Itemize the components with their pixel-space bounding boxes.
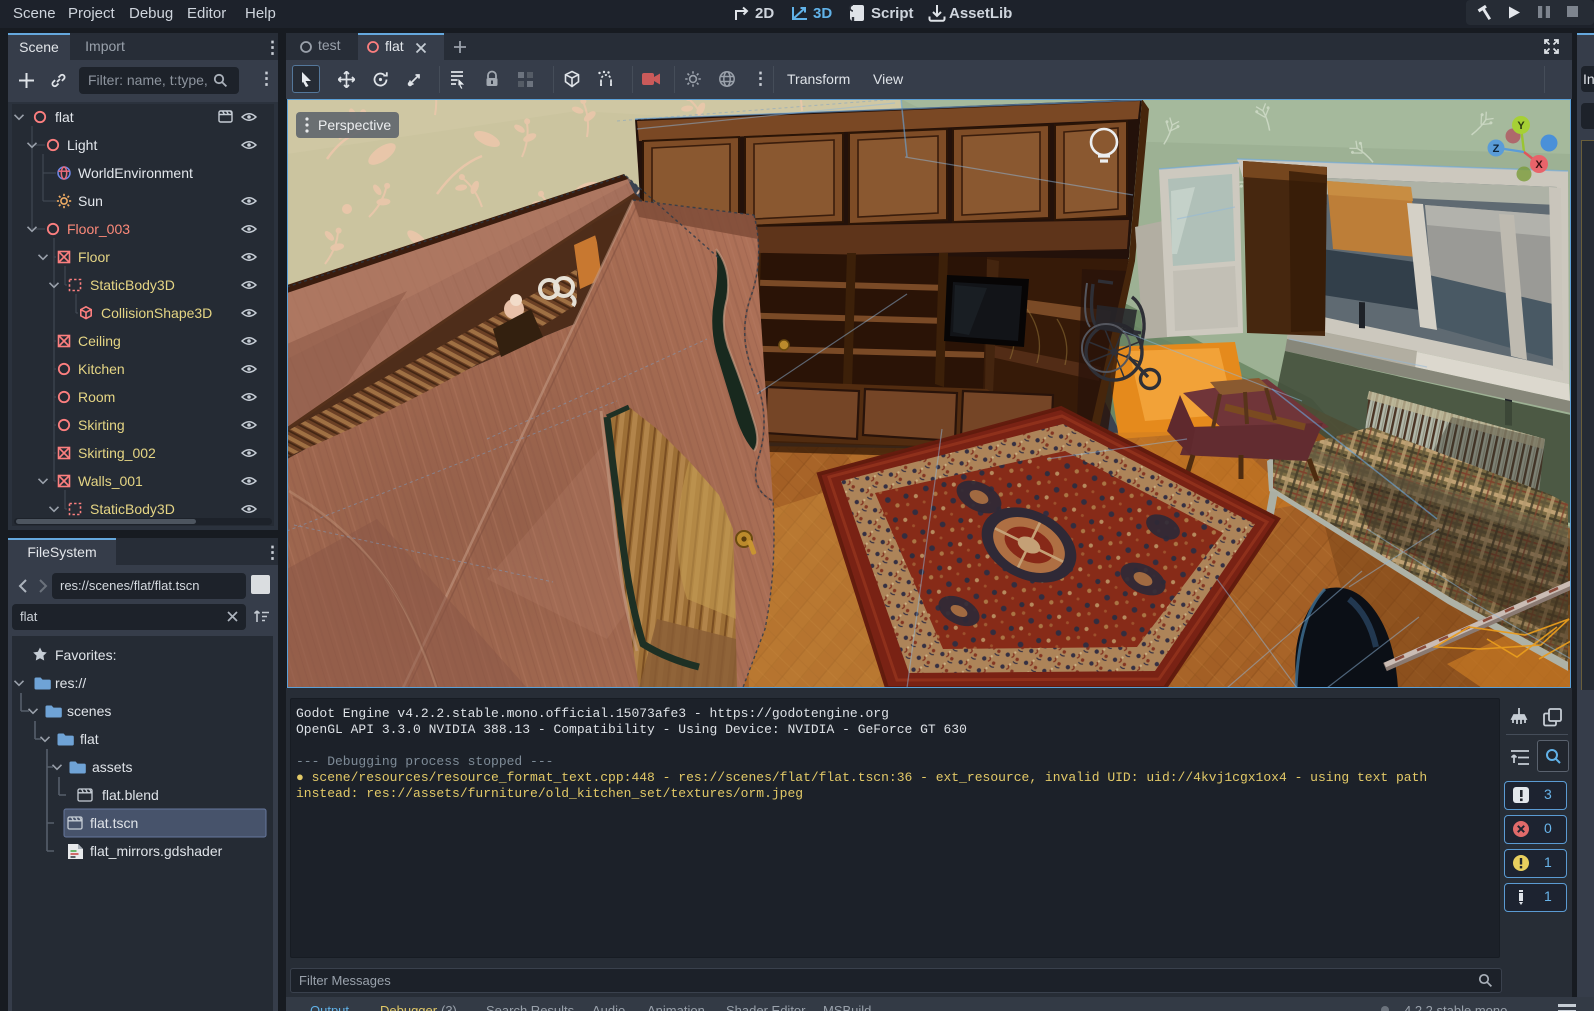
svg-text:flat.tscn: flat.tscn <box>90 815 138 831</box>
svg-text:Sun: Sun <box>78 193 103 209</box>
svg-text:X: X <box>1535 159 1543 171</box>
svg-text:StaticBody3D: StaticBody3D <box>90 277 175 293</box>
svg-text:Kitchen: Kitchen <box>78 361 125 377</box>
svg-text:flat: flat <box>80 731 99 747</box>
svg-text:Z: Z <box>1493 143 1500 155</box>
svg-text:Perspective: Perspective <box>318 117 391 133</box>
svg-text:Skirting_002: Skirting_002 <box>78 445 156 461</box>
svg-text:Skirting: Skirting <box>78 417 125 433</box>
svg-text:CollisionShape3D: CollisionShape3D <box>101 305 212 321</box>
svg-text:res://: res:// <box>55 675 86 691</box>
svg-text:StaticBody3D: StaticBody3D <box>90 501 175 517</box>
svg-text:Room: Room <box>78 389 115 405</box>
svg-text:WorldEnvironment: WorldEnvironment <box>78 165 193 181</box>
svg-text:Walls_001: Walls_001 <box>78 473 143 489</box>
svg-text:scenes: scenes <box>67 703 111 719</box>
svg-text:flat_mirrors.gdshader: flat_mirrors.gdshader <box>90 843 223 859</box>
svg-text:Y: Y <box>1517 120 1525 132</box>
svg-text:assets: assets <box>92 759 132 775</box>
svg-text:flat.blend: flat.blend <box>102 787 159 803</box>
svg-text:Favorites:: Favorites: <box>55 647 116 663</box>
svg-text:Floor: Floor <box>78 249 110 265</box>
svg-text:Ceiling: Ceiling <box>78 333 121 349</box>
svg-text:Floor_003: Floor_003 <box>67 221 130 237</box>
svg-text:Light: Light <box>67 137 97 153</box>
svg-text:flat: flat <box>55 109 74 125</box>
